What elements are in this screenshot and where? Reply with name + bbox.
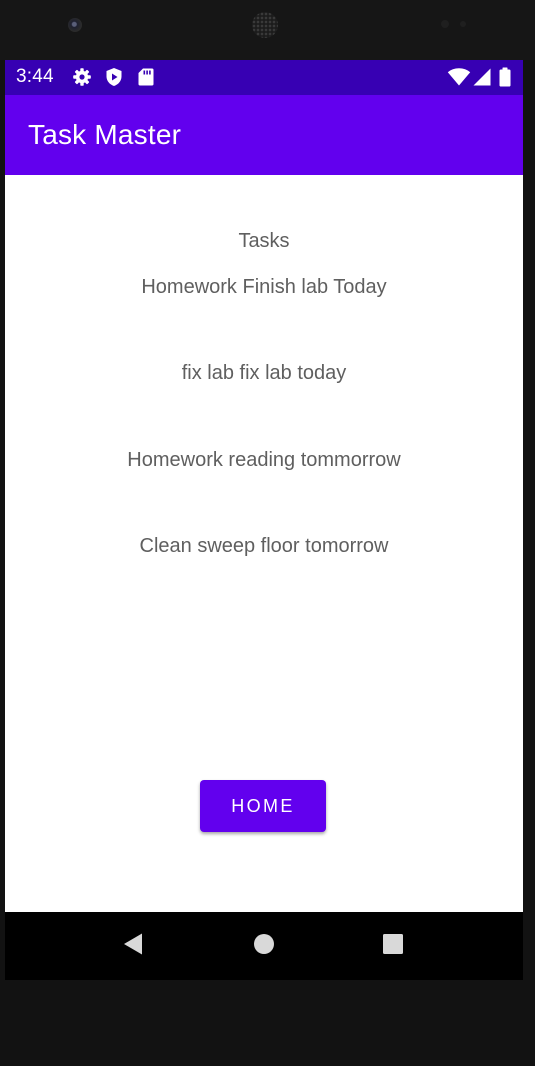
home-circle-icon <box>253 933 275 960</box>
sd-card-icon <box>136 67 156 87</box>
app-bar: Task Master <box>5 95 523 175</box>
proximity-sensor <box>441 20 449 28</box>
back-button[interactable] <box>103 912 163 980</box>
shield-icon <box>104 67 124 87</box>
main-content: Tasks Homework Finish lab Today fix lab … <box>5 175 523 912</box>
task-item[interactable]: Homework reading tommorrow <box>5 449 523 472</box>
status-bar: 3:44 <box>5 60 523 95</box>
task-item[interactable]: fix lab fix lab today <box>5 362 523 385</box>
task-item[interactable]: Homework Finish lab Today <box>5 276 523 299</box>
device-top-bezel <box>0 0 535 60</box>
battery-icon <box>498 67 512 87</box>
signal-icon <box>472 67 492 87</box>
front-camera <box>68 18 82 32</box>
light-sensor <box>460 21 466 27</box>
recents-square-icon <box>382 933 404 960</box>
status-time: 3:44 <box>16 66 54 87</box>
tasks-heading: Tasks <box>238 230 290 252</box>
home-nav-button[interactable] <box>234 912 294 980</box>
system-navigation-bar <box>5 912 523 980</box>
task-item[interactable]: Clean sweep floor tomorrow <box>5 535 523 558</box>
recents-button[interactable] <box>363 912 423 980</box>
wifi-icon <box>447 67 471 87</box>
app-title: Task Master <box>28 119 182 150</box>
phone-screen: 3:44 Task Master Tasks Homework Finish l… <box>5 60 523 980</box>
back-icon <box>122 932 144 961</box>
gear-icon <box>72 67 92 87</box>
earpiece-speaker <box>252 12 278 38</box>
home-button[interactable]: HOME <box>200 780 326 832</box>
